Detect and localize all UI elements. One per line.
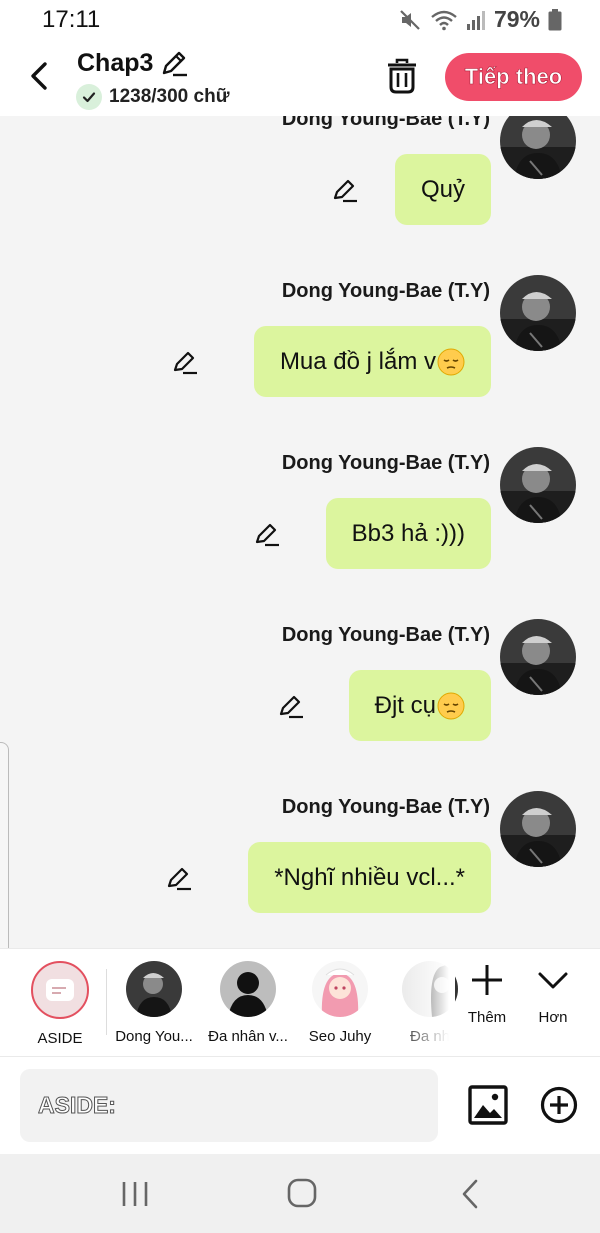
avatar[interactable]: [500, 116, 576, 179]
message-text: *Nghĩ nhiều vcl...*: [274, 863, 465, 891]
mute-icon: [400, 9, 420, 30]
status-time: 17:11: [42, 6, 101, 33]
plus-circle-icon: [540, 1086, 578, 1124]
next-button[interactable]: Tiếp theo: [445, 53, 582, 101]
chat-message: Dong Young-Bae (T.Y) Đjt cụ: [0, 619, 600, 791]
avatar: [220, 961, 276, 1017]
back-button[interactable]: [24, 58, 54, 94]
avatar: [312, 961, 368, 1017]
check-icon: [76, 84, 102, 110]
character-name: Seo Juhy: [308, 1028, 372, 1045]
insert-image-button[interactable]: [468, 1085, 508, 1125]
trash-icon: [388, 58, 416, 94]
chevron-down-icon: [538, 972, 568, 989]
sender-name: Dong Young-Bae (T.Y): [281, 796, 490, 818]
sender-name: Dong Young-Bae (T.Y): [281, 624, 490, 646]
edit-message-icon[interactable]: [172, 349, 198, 375]
status-icons: 79%: [398, 6, 562, 33]
chapter-title: Chap3: [77, 48, 154, 77]
message-bubble[interactable]: Đjt cụ: [348, 670, 491, 741]
plus-icon: [472, 965, 502, 995]
add-character-label: Thêm: [467, 1009, 507, 1026]
recents-icon[interactable]: [120, 1180, 150, 1208]
edit-title-icon[interactable]: [159, 48, 189, 78]
chat-area[interactable]: Dong Young-Bae (T.Y) Quỷ Dong Young-Bae …: [0, 116, 600, 948]
avatar[interactable]: [500, 275, 576, 351]
avatar: [126, 961, 182, 1017]
message-bubble[interactable]: Quỷ: [394, 154, 491, 225]
chevron-left-icon: [31, 62, 47, 90]
edit-message-icon[interactable]: [166, 865, 192, 891]
message-input[interactable]: [20, 1069, 438, 1142]
character-name: Dong You...: [115, 1028, 193, 1045]
more-characters-button[interactable]: Hơn: [518, 963, 588, 1026]
system-nav-bar: [0, 1154, 600, 1233]
battery-icon: [548, 8, 562, 30]
message-text: Mua đồ j lắm v: [279, 347, 436, 375]
avatar[interactable]: [500, 619, 576, 695]
side-panel-handle[interactable]: [0, 742, 9, 970]
message-text: Bb3 hả :))): [351, 519, 465, 547]
aside-icon: [31, 961, 89, 1019]
word-count-row: 1238/300 chữ: [76, 84, 229, 110]
wifi-icon: [431, 10, 457, 30]
more-characters-label: Hơn: [538, 1009, 568, 1026]
character-strip[interactable]: ASIDE Dong You... Đa nhân v... Seo Juhy …: [0, 948, 600, 1056]
edit-message-icon[interactable]: [254, 521, 280, 547]
chat-message: Dong Young-Bae (T.Y) *Nghĩ nhiều vcl...*: [0, 791, 600, 948]
status-bar: 17:11 79%: [0, 0, 600, 40]
avatar[interactable]: [500, 447, 576, 523]
title-row: Chap3: [77, 48, 189, 78]
chat-message: Dong Young-Bae (T.Y) Quỷ: [0, 116, 600, 275]
app-header: Chap3 1238/300 chữ Tiếp theo: [0, 40, 600, 116]
edit-message-icon[interactable]: [278, 693, 304, 719]
battery-percent: 79%: [493, 6, 540, 32]
character-item[interactable]: Đa nhân v...: [198, 961, 298, 1045]
message-bubble[interactable]: *Nghĩ nhiều vcl...*: [248, 842, 491, 913]
input-bar: [0, 1056, 600, 1154]
sender-name: Dong Young-Bae (T.Y): [281, 280, 490, 302]
pensive-face-icon: [437, 348, 465, 375]
delete-button[interactable]: [386, 58, 418, 94]
chat-message: Dong Young-Bae (T.Y) Mua đồ j lắm v: [0, 275, 600, 447]
character-name: ASIDE: [37, 1030, 83, 1047]
add-content-button[interactable]: [540, 1086, 578, 1124]
message-text: Quỷ: [420, 175, 465, 203]
strip-fade: [395, 949, 455, 1049]
character-item[interactable]: Dong You...: [104, 961, 204, 1045]
message-bubble[interactable]: Bb3 hả :))): [325, 498, 491, 569]
back-nav-icon[interactable]: [458, 1178, 482, 1210]
word-count: 1238/300 chữ: [109, 86, 230, 107]
edit-message-icon[interactable]: [332, 177, 358, 203]
pensive-face-icon: [437, 692, 465, 719]
signal-icon: [466, 10, 485, 30]
message-bubble[interactable]: Mua đồ j lắm v: [253, 326, 491, 397]
character-item[interactable]: Seo Juhy: [290, 961, 390, 1045]
avatar[interactable]: [500, 791, 576, 867]
sender-name: Dong Young-Bae (T.Y): [281, 116, 490, 130]
home-icon[interactable]: [287, 1178, 317, 1208]
character-aside[interactable]: ASIDE: [10, 961, 110, 1047]
image-icon: [468, 1085, 508, 1125]
sender-name: Dong Young-Bae (T.Y): [281, 452, 490, 474]
chat-message: Dong Young-Bae (T.Y) Bb3 hả :))): [0, 447, 600, 619]
message-text: Đjt cụ: [374, 691, 436, 719]
character-name: Đa nhân v...: [208, 1028, 288, 1045]
add-character-button[interactable]: Thêm: [452, 963, 522, 1026]
